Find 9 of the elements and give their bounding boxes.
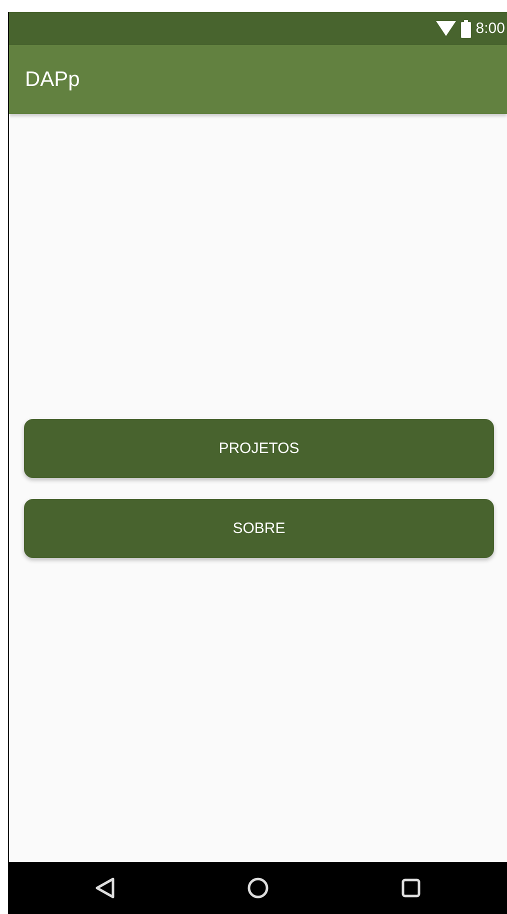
clock-time: 8:00 xyxy=(476,20,505,37)
app-title: DAPp xyxy=(25,68,80,92)
battery-icon xyxy=(460,20,471,38)
wifi-icon xyxy=(436,21,456,36)
menu-button[interactable]: SOBRE xyxy=(24,498,494,558)
recents-icon[interactable] xyxy=(401,878,421,898)
menu-button[interactable]: PROJETOS xyxy=(24,418,494,478)
home-icon[interactable] xyxy=(247,877,269,899)
back-icon[interactable] xyxy=(95,877,115,899)
